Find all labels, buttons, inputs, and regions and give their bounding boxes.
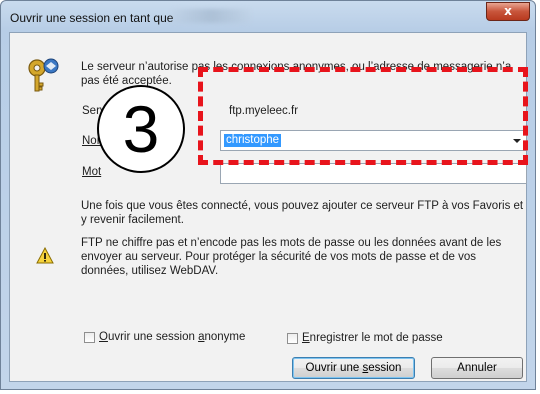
window-title: Ouvrir une session en tant que [10, 11, 174, 25]
save-password-box[interactable] [287, 332, 298, 344]
save-password-label: Enregistrer le mot de passe [302, 332, 443, 344]
cancel-button[interactable]: Annuler [431, 357, 523, 379]
close-button[interactable]: x [486, 2, 530, 21]
password-input[interactable] [220, 163, 527, 184]
password-label-text: Mot [82, 166, 102, 178]
password-label: Mot [82, 166, 101, 178]
anonymous-login-label: Ouvrir une session anonyme [99, 331, 246, 343]
login-button[interactable]: Ouvrir une session [292, 357, 415, 379]
key-icon [28, 58, 59, 92]
anonymous-login-box[interactable] [84, 331, 95, 343]
warning-icon [36, 247, 54, 264]
close-icon: x [504, 4, 512, 18]
security-warning: FTP ne chiffre pas et n’encode pas les m… [81, 237, 502, 277]
favorites-message: Une fois que vous êtes connecté, vous po… [81, 200, 524, 226]
dialog-window: Ouvrir une session en tant que x Le serv… [0, 0, 536, 390]
annotation-step-number: 3 [97, 85, 185, 173]
blurred-title-text [171, 9, 251, 23]
save-password-checkbox[interactable]: Enregistrer le mot de passe [287, 332, 443, 344]
anonymous-login-checkbox[interactable]: Ouvrir une session anonyme [84, 331, 245, 343]
annotation-highlight-box [198, 67, 528, 165]
